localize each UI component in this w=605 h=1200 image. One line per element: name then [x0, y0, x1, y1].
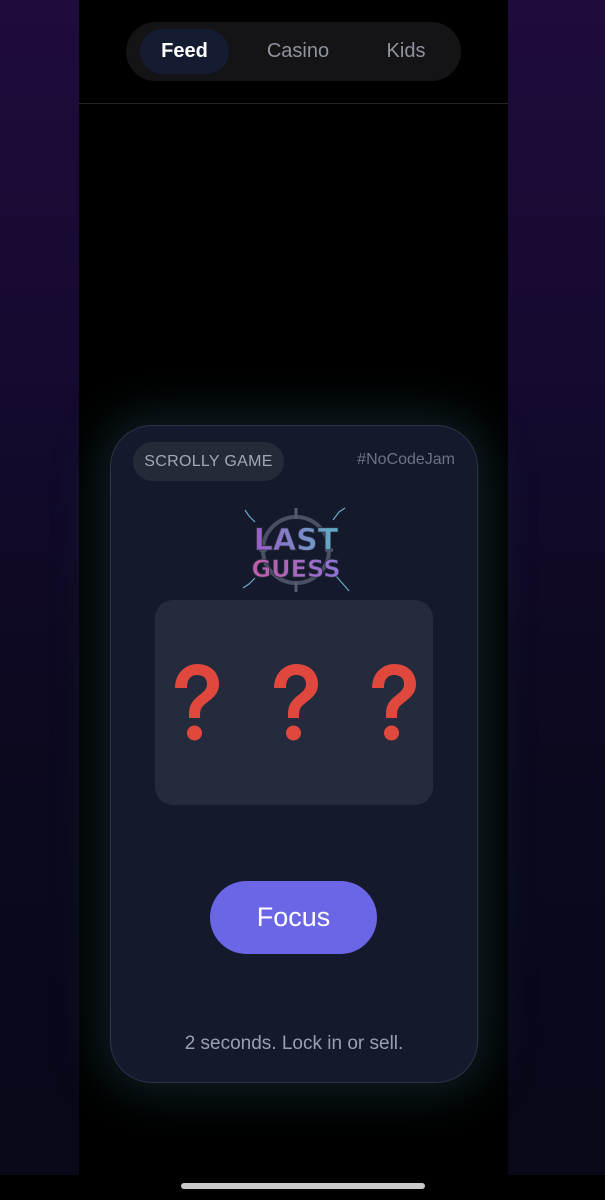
tab-casino[interactable]: Casino	[248, 29, 348, 74]
game-hint: 2 seconds. Lock in or sell.	[184, 1033, 404, 1054]
question-mark-icon	[372, 664, 416, 741]
top-bar: Feed Casino Kids	[79, 0, 508, 104]
question-mark-icon	[175, 664, 219, 741]
focus-button[interactable]: Focus	[210, 881, 377, 954]
left-backdrop	[0, 0, 79, 1175]
tab-feed[interactable]: Feed	[140, 29, 229, 74]
last-guess-logo: LAST GUESS	[242, 507, 350, 592]
slot-reels	[155, 600, 433, 805]
logo-text-line2: GUESS	[251, 555, 340, 583]
category-tabs: Feed Casino Kids	[126, 22, 461, 81]
question-mark-icon	[274, 664, 318, 741]
app-screen: Feed Casino Kids SCROLLY GAME #NoCodeJam	[0, 0, 605, 1200]
right-backdrop	[508, 0, 605, 1175]
home-indicator[interactable]	[181, 1183, 425, 1189]
game-card: SCROLLY GAME #NoCodeJam LAST GUESS Focus…	[110, 425, 478, 1083]
hashtag-label: #NoCodeJam	[357, 451, 455, 468]
logo-text-line1: LAST	[254, 523, 339, 558]
game-type-badge: SCROLLY GAME	[133, 442, 284, 481]
tab-kids[interactable]: Kids	[366, 29, 446, 74]
